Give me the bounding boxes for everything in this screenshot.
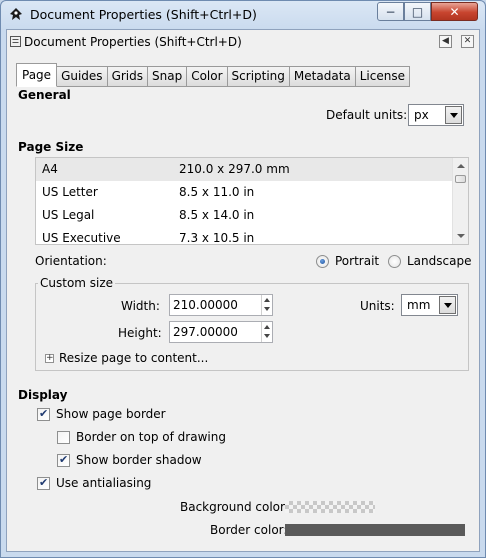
show-page-border-checkbox[interactable] xyxy=(37,407,50,421)
tab-guides[interactable]: Guides xyxy=(57,66,108,87)
dock-title: Document Properties (Shift+Ctrl+D) xyxy=(24,35,242,49)
portrait-radio[interactable] xyxy=(316,255,329,268)
show-page-border-label[interactable]: Show page border xyxy=(56,407,166,421)
landscape-radio[interactable] xyxy=(388,255,401,268)
list-item[interactable]: US Legal 8.5 x 14.0 in xyxy=(36,204,461,227)
border-on-top-checkbox[interactable] xyxy=(57,431,70,444)
scroll-thumb[interactable] xyxy=(455,175,466,183)
list-item[interactable]: US Letter 8.5 x 11.0 in xyxy=(36,181,461,204)
show-border-shadow-checkbox[interactable] xyxy=(57,453,70,467)
tab-scripting[interactable]: Scripting xyxy=(227,66,290,87)
units-value: mm xyxy=(407,298,431,312)
width-stepper[interactable] xyxy=(261,295,272,315)
width-value[interactable]: 210.00000 xyxy=(173,298,238,312)
portrait-label[interactable]: Portrait xyxy=(335,254,379,268)
show-border-shadow-label[interactable]: Show border shadow xyxy=(76,453,202,467)
width-label: Width: xyxy=(121,299,160,313)
close-window-button[interactable]: ✕ xyxy=(431,2,478,21)
border-color-swatch[interactable] xyxy=(285,524,465,536)
background-color-swatch[interactable] xyxy=(285,501,375,513)
page-size-list[interactable]: A4 210.0 x 297.0 mm US Letter 8.5 x 11.0… xyxy=(35,157,469,245)
chevron-down-icon[interactable] xyxy=(439,296,456,314)
border-on-top-label[interactable]: Border on top of drawing xyxy=(76,430,226,444)
height-stepper[interactable] xyxy=(261,322,272,342)
units-select[interactable]: mm xyxy=(401,294,458,316)
grip-icon xyxy=(10,36,21,47)
height-value[interactable]: 297.00000 xyxy=(173,325,238,339)
width-spinbox[interactable]: 210.00000 xyxy=(169,294,273,316)
resize-page-expander[interactable]: Resize page to content... xyxy=(59,351,208,365)
scroll-down-icon[interactable] xyxy=(457,234,465,238)
chevron-down-icon[interactable] xyxy=(445,106,462,124)
default-units-value: px xyxy=(414,108,429,122)
default-units-select[interactable]: px xyxy=(408,104,464,126)
tab-license[interactable]: License xyxy=(355,66,410,87)
height-label: Height: xyxy=(118,326,162,340)
iconify-button[interactable]: ◀ xyxy=(439,35,452,48)
dock-close-button[interactable]: ✕ xyxy=(461,35,474,48)
page-size-heading: Page Size xyxy=(18,140,84,154)
tab-metadata[interactable]: Metadata xyxy=(289,66,356,87)
tab-bar: Page Guides Grids Snap Color Scripting M… xyxy=(16,63,410,87)
landscape-label[interactable]: Landscape xyxy=(407,254,471,268)
default-units-label: Default units: xyxy=(326,108,408,122)
scroll-up-icon[interactable] xyxy=(457,164,465,168)
use-antialiasing-label[interactable]: Use antialiasing xyxy=(56,476,151,490)
orientation-label: Orientation: xyxy=(35,254,107,268)
tab-color[interactable]: Color xyxy=(187,66,228,87)
maximize-button[interactable]: □ xyxy=(404,2,431,21)
border-color-label: Border color: xyxy=(210,523,288,537)
height-spinbox[interactable]: 297.00000 xyxy=(169,321,273,343)
dock-title-bar[interactable]: Document Properties (Shift+Ctrl+D) ◀ ✕ xyxy=(7,30,479,54)
tab-page[interactable]: Page xyxy=(16,63,58,87)
display-heading: Display xyxy=(18,388,68,402)
use-antialiasing-checkbox[interactable] xyxy=(37,476,50,490)
minimize-button[interactable]: − xyxy=(377,2,404,21)
title-bar[interactable]: Document Properties (Shift+Ctrl+D) − □ ✕ xyxy=(1,1,485,29)
inkscape-app-icon xyxy=(10,8,22,20)
units-label: Units: xyxy=(360,299,395,313)
tab-snap[interactable]: Snap xyxy=(148,66,188,87)
expander-plus-icon[interactable]: + xyxy=(45,354,54,363)
dialog-window: Document Properties (Shift+Ctrl+D) − □ ✕… xyxy=(0,0,486,558)
custom-size-legend: Custom size xyxy=(38,276,116,290)
general-heading: General xyxy=(18,88,71,102)
list-scrollbar[interactable] xyxy=(452,158,468,244)
list-item[interactable]: US Executive 7.3 x 10.5 in xyxy=(36,227,461,244)
list-item[interactable]: A4 210.0 x 297.0 mm xyxy=(36,158,461,181)
background-color-label: Background color: xyxy=(180,500,289,514)
window-title: Document Properties (Shift+Ctrl+D) xyxy=(30,7,257,22)
tab-grids[interactable]: Grids xyxy=(107,66,148,87)
